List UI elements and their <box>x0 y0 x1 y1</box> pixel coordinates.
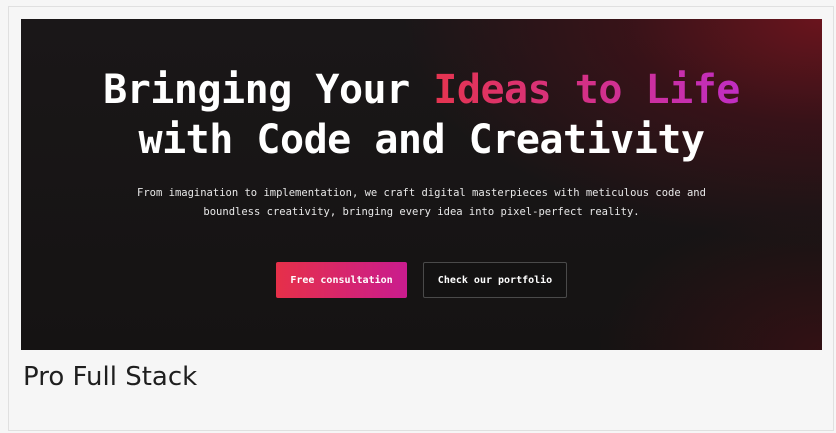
headline-text-line2: with Code and Creativity <box>138 117 705 163</box>
check-portfolio-button[interactable]: Check our portfolio <box>423 262 567 298</box>
subtitle-line-2: boundless creativity, bringing every ide… <box>203 206 640 218</box>
check-portfolio-button-label: Check our portfolio <box>437 274 553 286</box>
hero-subtitle: From imagination to implementation, we c… <box>101 184 742 222</box>
project-title[interactable]: Pro Full Stack <box>23 360 197 394</box>
hero-preview-image[interactable]: Bringing Your Ideas to Life with Code an… <box>21 19 822 350</box>
free-consultation-button-label: Free consultation <box>290 274 393 286</box>
subtitle-line-1: From imagination to implementation, we c… <box>137 187 706 199</box>
free-consultation-button[interactable]: Free consultation <box>276 262 407 298</box>
headline-text-plain: Bringing Your <box>103 67 434 113</box>
headline-text-highlight: Ideas to Life <box>433 67 740 113</box>
hero-headline: Bringing Your Ideas to Life with Code an… <box>21 65 822 165</box>
